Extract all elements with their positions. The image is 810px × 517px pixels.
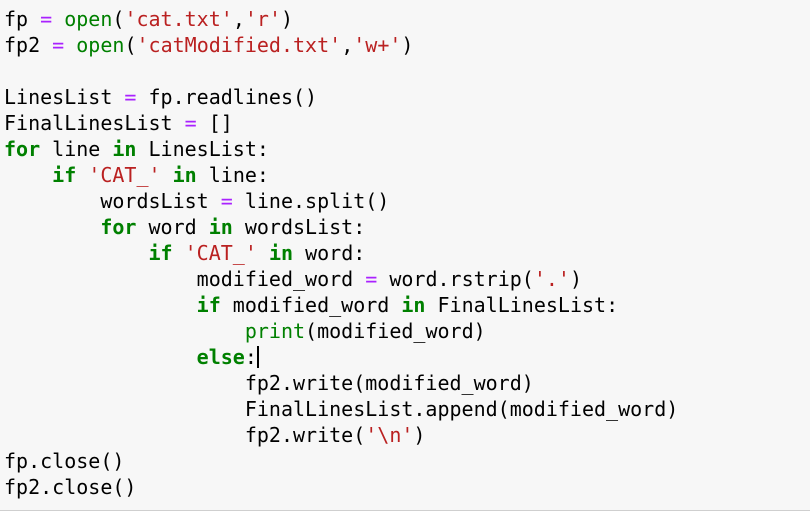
code-line-13[interactable]: print(modified_word) xyxy=(4,318,810,344)
code-token: line.split() xyxy=(232,189,390,213)
code-editor[interactable]: fp = open('cat.txt','r') fp2 = open('catM… xyxy=(0,0,810,517)
code-line-16[interactable]: FinalLinesList.append(modified_word) xyxy=(4,396,810,422)
code-area[interactable]: fp = open('cat.txt','r') fp2 = open('catM… xyxy=(4,6,810,500)
code-line-19[interactable]: fp2.close() xyxy=(4,474,810,500)
code-line-2[interactable]: fp2 = open('catModified.txt','w+') xyxy=(4,32,810,58)
code-token: fp xyxy=(4,7,41,31)
code-token: : xyxy=(244,345,257,369)
text-cursor xyxy=(256,346,259,368)
code-token: 'CAT_' xyxy=(88,163,161,187)
code-token: in xyxy=(208,215,233,239)
code-token: open xyxy=(64,7,113,31)
code-token: 'w+' xyxy=(353,33,402,57)
code-token: for xyxy=(4,137,41,161)
code-token: ) xyxy=(401,33,414,57)
code-line-6[interactable]: for line in LinesList: xyxy=(4,136,810,162)
code-token: 'CAT_' xyxy=(184,241,257,265)
code-token: LinesList: xyxy=(136,137,269,161)
code-token: = xyxy=(184,111,197,135)
code-token: line xyxy=(40,137,113,161)
code-line-14[interactable]: else: xyxy=(4,344,810,370)
code-token: word: xyxy=(293,241,366,265)
code-line-5[interactable]: FinalLinesList = [] xyxy=(4,110,810,136)
code-token: [] xyxy=(196,111,233,135)
cell-bottom-strip xyxy=(0,511,810,517)
code-token: if xyxy=(196,293,221,317)
code-token: if xyxy=(148,241,173,265)
code-token: '\n' xyxy=(365,423,414,447)
code-token: ( xyxy=(124,33,137,57)
code-token: (modified_word) xyxy=(305,319,486,343)
code-token: modified_word xyxy=(4,267,366,291)
code-line-1[interactable]: fp = open('cat.txt','r') xyxy=(4,6,810,32)
code-token: , xyxy=(232,7,245,31)
code-token: = xyxy=(40,7,53,31)
code-token: modified_word xyxy=(220,293,402,317)
code-token: in xyxy=(268,241,294,265)
code-token: in xyxy=(112,137,137,161)
code-token: ) xyxy=(569,267,582,291)
code-token: = xyxy=(220,189,233,213)
code-line-11[interactable]: modified_word = word.rstrip('.') xyxy=(4,266,810,292)
code-token: open xyxy=(76,33,125,57)
code-token: LinesList xyxy=(4,85,125,109)
code-line-9[interactable]: for word in wordsList: xyxy=(4,214,810,240)
code-token: fp2 xyxy=(4,33,53,57)
code-token: = xyxy=(365,267,378,291)
code-token: ( xyxy=(112,7,125,31)
code-token: 'cat.txt' xyxy=(124,7,233,31)
code-token: fp2.write(modified_word) xyxy=(4,371,534,395)
code-token: fp2.write( xyxy=(4,423,366,447)
code-token: line: xyxy=(196,163,269,187)
code-line-10[interactable]: if 'CAT_' in word: xyxy=(4,240,810,266)
code-token: in xyxy=(172,163,197,187)
code-token: fp.readlines() xyxy=(136,85,318,109)
code-line-7[interactable]: if 'CAT_' in line: xyxy=(4,162,810,188)
code-token: '.' xyxy=(533,267,570,291)
code-token: fp.close() xyxy=(4,449,125,473)
code-token: word.rstrip( xyxy=(377,267,534,291)
code-token: FinalLinesList: xyxy=(425,293,619,317)
code-token: = xyxy=(124,85,137,109)
code-line-4[interactable]: LinesList = fp.readlines() xyxy=(4,84,810,110)
code-token: = xyxy=(52,33,65,57)
code-token: 'catModified.txt' xyxy=(136,33,342,57)
code-token: , xyxy=(341,33,354,57)
code-token: FinalLinesList.append(modified_word) xyxy=(4,397,679,421)
code-line-18[interactable]: fp.close() xyxy=(4,448,810,474)
code-token: else xyxy=(196,345,245,369)
code-token: ) xyxy=(413,423,426,447)
code-token: FinalLinesList xyxy=(4,111,185,135)
code-line-15[interactable]: fp2.write(modified_word) xyxy=(4,370,810,396)
code-token: wordsList xyxy=(4,189,221,213)
code-line-12[interactable]: if modified_word in FinalLinesList: xyxy=(4,292,810,318)
code-token: ) xyxy=(280,7,294,31)
code-token: fp2.close() xyxy=(4,475,137,499)
code-token: in xyxy=(401,293,426,317)
code-token: word xyxy=(136,215,209,239)
code-token: print xyxy=(244,319,306,343)
code-token: if xyxy=(52,163,77,187)
code-line-8[interactable]: wordsList = line.split() xyxy=(4,188,810,214)
code-token: 'r' xyxy=(244,7,281,31)
code-token: wordsList: xyxy=(232,215,366,239)
code-token: for xyxy=(100,215,137,239)
code-line-17[interactable]: fp2.write('\n') xyxy=(4,422,810,448)
code-line-3[interactable] xyxy=(4,58,810,84)
